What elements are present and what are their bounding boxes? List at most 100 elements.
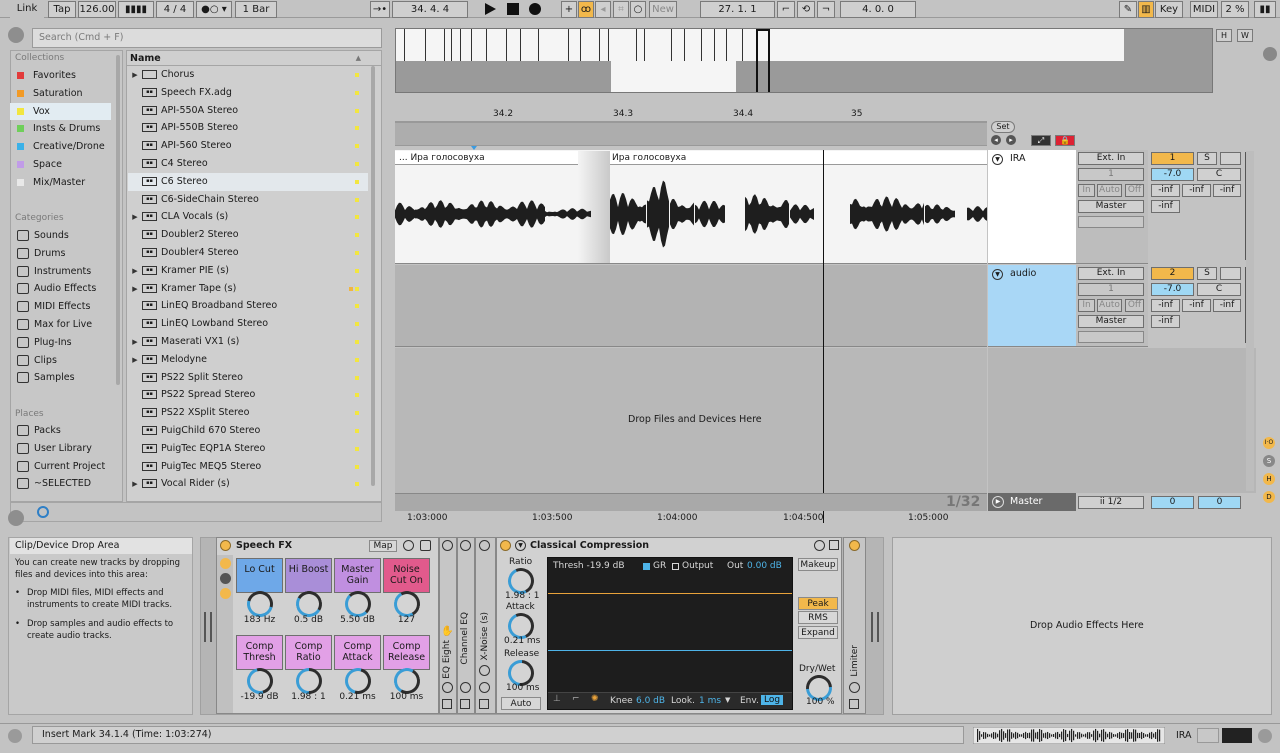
- curve-icon[interactable]: ⌐: [572, 694, 580, 704]
- compressor-display[interactable]: [547, 557, 793, 710]
- output-select[interactable]: Master: [1078, 315, 1144, 328]
- category-item[interactable]: Sounds: [10, 227, 110, 244]
- io-toggle-icon[interactable]: I·O: [1263, 437, 1275, 449]
- track-peak-field[interactable]: -inf: [1151, 200, 1180, 213]
- browser-list-item[interactable]: ▪▪ PuigTec EQP1A Stereo: [128, 440, 368, 458]
- tempo-field[interactable]: 126.00: [78, 1, 116, 18]
- macro-label-button[interactable]: Hi Boost: [285, 558, 332, 593]
- name-column-header[interactable]: Name ▲: [127, 51, 381, 66]
- lookahead-dropdown-icon[interactable]: ▼: [725, 696, 730, 704]
- capture-icon[interactable]: ⌗: [613, 1, 629, 18]
- sidechain-icon[interactable]: ⊥: [553, 694, 561, 704]
- browser-list-item[interactable]: ▪▪ API-550A Stereo: [128, 102, 368, 120]
- track-peak-field[interactable]: -inf: [1151, 315, 1180, 328]
- rack-hotswap-icon[interactable]: [403, 540, 414, 551]
- category-item[interactable]: Instruments: [10, 263, 110, 280]
- category-item[interactable]: Samples: [10, 369, 110, 386]
- monitor-in-button[interactable]: In: [1078, 184, 1095, 197]
- macro-label-button[interactable]: Master Gain: [334, 558, 381, 593]
- compressor-fold-icon[interactable]: ▼: [515, 540, 526, 551]
- monitor-off-button[interactable]: Off: [1125, 299, 1144, 312]
- input-channel-select[interactable]: 1: [1078, 168, 1144, 181]
- map-button[interactable]: Map: [369, 540, 397, 552]
- input-type-select[interactable]: Ext. In: [1078, 267, 1144, 280]
- browser-history-icon[interactable]: [37, 506, 49, 518]
- track-activator-button[interactable]: 2: [1151, 267, 1194, 280]
- browser-list-item[interactable]: ▶ ▪▪ Kramer PIE (s): [128, 262, 368, 280]
- chain-handle-icon[interactable]: [204, 612, 212, 642]
- loop-start-field[interactable]: 27. 1. 1: [700, 1, 775, 18]
- browser-list-item[interactable]: ▪▪ C4 Stereo: [128, 155, 368, 173]
- stop-icon[interactable]: [507, 3, 519, 15]
- macro-label-button[interactable]: Noise Cut On: [383, 558, 430, 593]
- monitor-off-button[interactable]: Off: [1125, 184, 1144, 197]
- master-volume[interactable]: 0: [1151, 496, 1194, 509]
- follow-icon[interactable]: →•: [370, 1, 390, 18]
- threshold-readout[interactable]: Thresh -19.9 dB: [553, 561, 625, 571]
- browser-toggle-icon[interactable]: [8, 27, 24, 43]
- macro-view-icon[interactable]: [220, 558, 231, 569]
- play-icon[interactable]: [485, 3, 496, 15]
- browser-list-item[interactable]: ▪▪ Speech FX.adg: [128, 84, 368, 102]
- song-position-field[interactable]: 34. 4. 4: [392, 1, 468, 18]
- loop-length-field[interactable]: 4. 0. 0: [840, 1, 916, 18]
- output-checkbox-icon[interactable]: [672, 563, 679, 570]
- threshold-line[interactable]: [548, 593, 792, 594]
- x-noise-power-icon[interactable]: [479, 540, 490, 551]
- browser-list-item[interactable]: ▶ ▪▪ Melodyne: [128, 351, 368, 369]
- back-to-arrangement-icon[interactable]: ◂: [595, 1, 611, 18]
- browser-list-item[interactable]: ▶ ▪▪ CLA Vocals (s): [128, 208, 368, 226]
- x-noise-save-icon[interactable]: [479, 699, 489, 709]
- time-ruler[interactable]: 1:03:000 1:03:500 1:04:000 1:04:500 1:05…: [395, 511, 987, 525]
- output-select[interactable]: Master: [1078, 200, 1144, 213]
- category-item[interactable]: MIDI Effects: [10, 298, 110, 315]
- keyboard-icon[interactable]: ▥: [1138, 1, 1154, 18]
- session-record-icon[interactable]: ○: [630, 1, 646, 18]
- quantization-select[interactable]: 1 Bar: [235, 1, 277, 18]
- category-item[interactable]: Max for Live: [10, 316, 110, 333]
- collection-item[interactable]: Space: [10, 156, 110, 173]
- punch-out-icon[interactable]: ¬: [817, 1, 835, 18]
- set-locator-button[interactable]: Set: [991, 121, 1015, 133]
- browser-list-item[interactable]: ▶ ▪▪ Maserati VX1 (s): [128, 333, 368, 351]
- prev-locator-icon[interactable]: ◂: [991, 135, 1001, 145]
- place-item[interactable]: User Library: [10, 440, 110, 457]
- category-item[interactable]: Plug-Ins: [10, 334, 110, 351]
- macro-label-button[interactable]: Comp Attack: [334, 635, 381, 670]
- info-toggle-icon[interactable]: [8, 510, 24, 526]
- macro-label-button[interactable]: Comp Thresh: [236, 635, 283, 670]
- limiter-save-icon[interactable]: [849, 699, 859, 709]
- track-activator-button[interactable]: 1: [1151, 152, 1194, 165]
- expand-arrow-icon[interactable]: ▶: [128, 281, 142, 299]
- macro-label-button[interactable]: Comp Ratio: [285, 635, 332, 670]
- browser-list-item[interactable]: ▪▪ API-550B Stereo: [128, 119, 368, 137]
- compressor-hotswap-icon[interactable]: [814, 540, 825, 551]
- browser-list-item[interactable]: ▪▪ API-560 Stereo: [128, 137, 368, 155]
- master-pan[interactable]: 0: [1198, 496, 1241, 509]
- expand-arrow-icon[interactable]: ▶: [128, 209, 142, 227]
- gr-checkbox-icon[interactable]: [643, 563, 650, 570]
- limiter-unfold-icon[interactable]: [849, 682, 860, 693]
- input-channel-select[interactable]: 1: [1078, 283, 1144, 296]
- info-toggle-bottom-icon[interactable]: [8, 729, 22, 743]
- collection-item[interactable]: Insts & Drums: [10, 120, 110, 137]
- rack-power-icon[interactable]: [220, 540, 231, 551]
- x-noise-unfold-icon[interactable]: [479, 682, 490, 693]
- volume-field[interactable]: -7.0: [1151, 283, 1194, 296]
- mixer-toggle-icon[interactable]: D: [1263, 491, 1275, 503]
- master-fold-icon[interactable]: ▶: [992, 496, 1004, 508]
- time-signature-field[interactable]: 4 / 4: [156, 1, 194, 18]
- category-item[interactable]: Drums: [10, 245, 110, 262]
- eq-eight-unfold-icon[interactable]: [442, 682, 453, 693]
- eq-eight-power-icon[interactable]: [442, 540, 453, 551]
- collection-item[interactable]: Mix/Master: [10, 174, 110, 191]
- track-header[interactable]: ▼ IRA: [988, 150, 1076, 264]
- record-icon[interactable]: [529, 3, 541, 15]
- output-channel-field[interactable]: [1078, 216, 1144, 228]
- browser-list-item[interactable]: ▶ ▪▪ Vocal Rider (s): [128, 475, 368, 493]
- browser-list-item[interactable]: ▪▪ PuigTec MEQ5 Stereo: [128, 458, 368, 476]
- solo-button[interactable]: S: [1197, 267, 1217, 280]
- send-b-field[interactable]: -inf: [1182, 184, 1211, 197]
- chain-end-handle-icon[interactable]: [871, 612, 879, 642]
- sidebar-scrollbar[interactable]: [116, 55, 120, 385]
